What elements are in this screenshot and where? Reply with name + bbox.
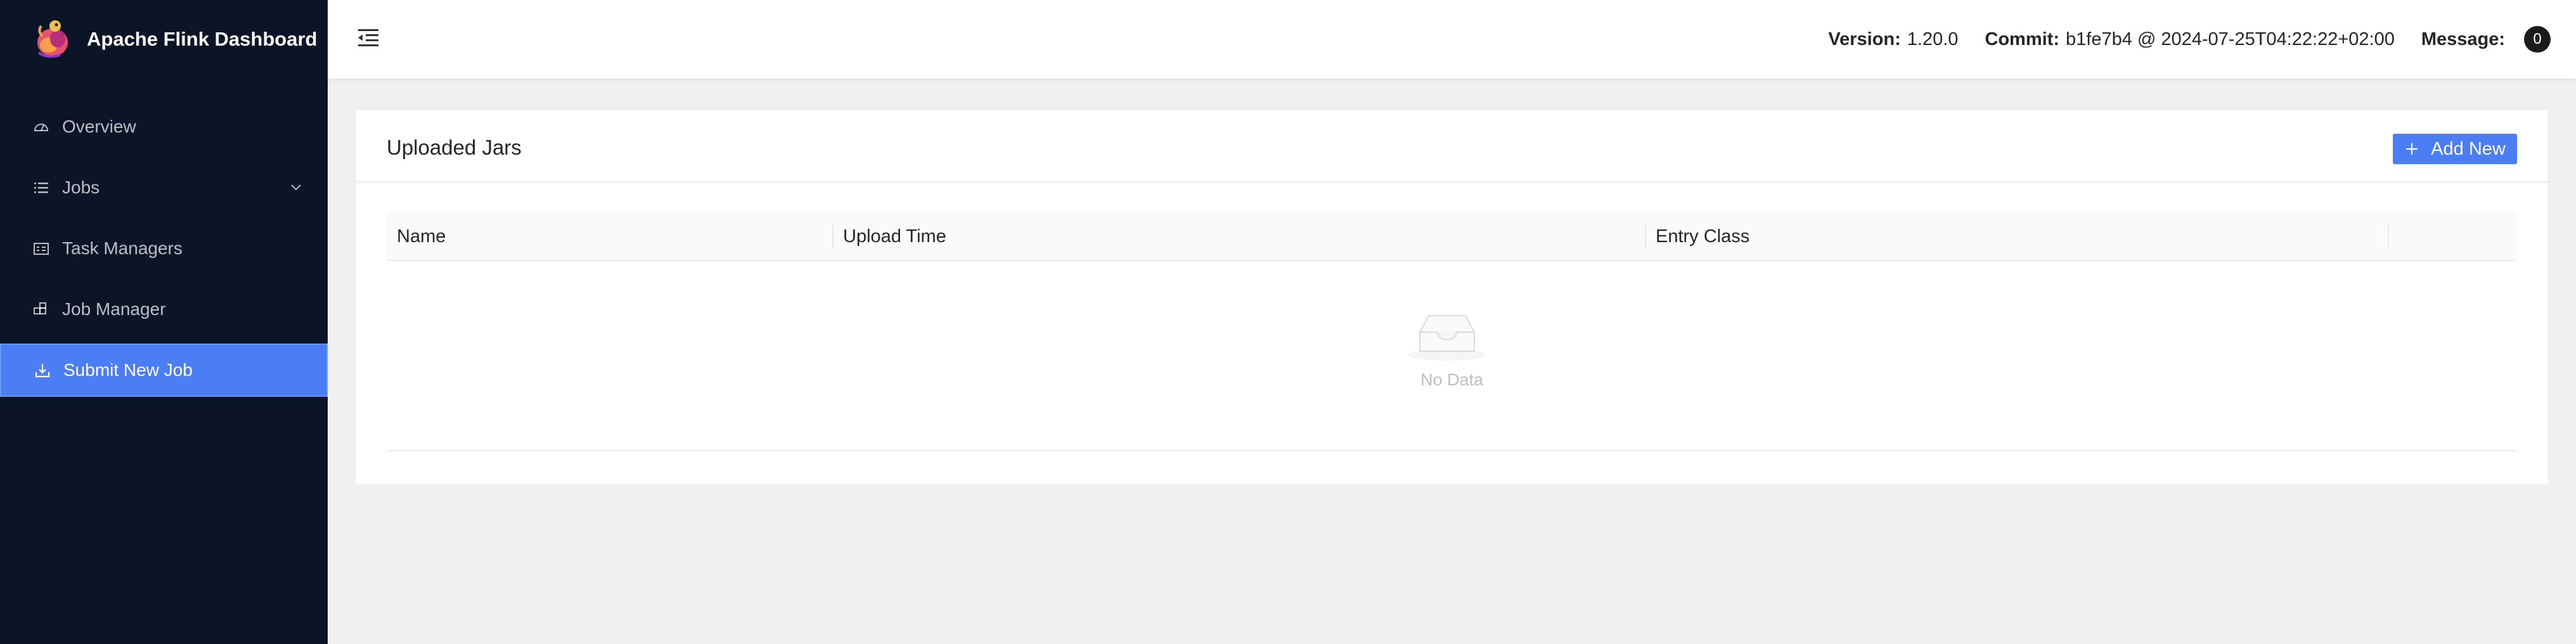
column-header-actions <box>2388 212 2399 261</box>
table-header: Name Upload Time Entry Class <box>387 212 2517 261</box>
sidebar-item-label: Overview <box>62 117 136 136</box>
sidebar-item-job-manager[interactable]: Job Manager <box>0 283 328 336</box>
menu-fold-icon[interactable] <box>356 25 381 51</box>
add-new-button[interactable]: Add New <box>2393 134 2517 164</box>
chevron-down-icon[interactable] <box>288 179 304 195</box>
add-new-label: Add New <box>2431 138 2506 159</box>
card-header: Uploaded Jars Add New <box>356 110 2547 183</box>
header-info: Version: 1.20.0 Commit: b1fe7b4 @ 2024-0… <box>1828 0 2551 79</box>
version-label: Version: <box>1828 29 1901 49</box>
sidebar-item-label: Jobs <box>62 177 100 197</box>
version-value: 1.20.0 <box>1907 29 1959 49</box>
top-header: Version: 1.20.0 Commit: b1fe7b4 @ 2024-0… <box>328 0 2576 79</box>
commit-value: b1fe7b4 @ 2024-07-25T04:22:22+02:00 <box>2066 29 2395 49</box>
sidebar-item-task-managers[interactable]: Task Managers <box>0 222 328 275</box>
version-info: Version: 1.20.0 <box>1828 29 1958 50</box>
empty-text: No Data <box>1420 370 1484 389</box>
column-header-name[interactable]: Name <box>387 212 446 261</box>
commit-label: Commit: <box>1985 29 2059 49</box>
schedule-icon <box>32 239 51 258</box>
list-icon <box>32 178 51 197</box>
build-icon <box>32 300 51 319</box>
message-info[interactable]: Message: 0 <box>2421 26 2551 53</box>
jars-table: Name Upload Time Entry Class No Data <box>387 212 2517 563</box>
flink-logo-icon <box>37 20 68 58</box>
empty-inbox-icon <box>1408 315 1486 361</box>
app-title: Apache Flink Dashboard <box>87 28 318 50</box>
card-title: Uploaded Jars <box>387 136 522 159</box>
sidebar-item-label: Submit New Job <box>63 360 193 380</box>
column-header-upload-time[interactable]: Upload Time <box>833 212 946 261</box>
column-header-entry-class[interactable]: Entry Class <box>1645 212 1749 261</box>
sidebar-item-jobs[interactable]: Jobs <box>0 161 328 214</box>
uploaded-jars-card: Uploaded Jars Add New Name Upload Time E… <box>356 110 2547 484</box>
message-count-badge[interactable]: 0 <box>2524 26 2551 53</box>
sidebar-item-label: Job Manager <box>62 299 166 319</box>
sidebar-item-submit-new-job[interactable]: Submit New Job <box>0 344 328 397</box>
brand[interactable]: Apache Flink Dashboard <box>0 0 328 79</box>
sidebar: Apache Flink Dashboard Overview Jobs Tas… <box>0 0 328 644</box>
sidebar-item-label: Task Managers <box>62 238 183 258</box>
sidebar-item-overview[interactable]: Overview <box>0 100 328 153</box>
message-label: Message: <box>2421 29 2505 49</box>
plus-icon <box>2406 143 2418 155</box>
app-root: Apache Flink Dashboard Overview Jobs Tas… <box>0 0 2576 644</box>
empty-state: No Data <box>387 261 2517 451</box>
sidebar-nav: Overview Jobs Task Managers Job Manager … <box>0 100 328 404</box>
dashboard-icon <box>32 117 51 136</box>
commit-info: Commit: b1fe7b4 @ 2024-07-25T04:22:22+02… <box>1985 29 2394 50</box>
upload-icon <box>33 361 52 380</box>
